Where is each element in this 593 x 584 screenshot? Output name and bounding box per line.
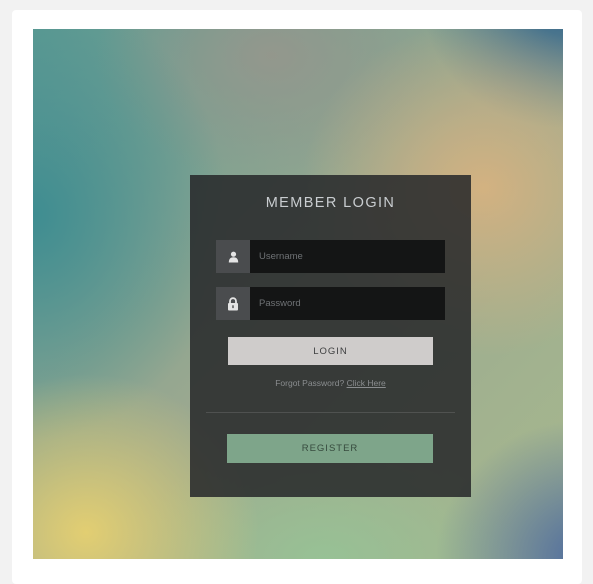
login-button[interactable]: LOGIN: [228, 337, 433, 365]
password-input[interactable]: [250, 287, 445, 320]
forgot-password-row: Forgot Password? Click Here: [190, 378, 471, 388]
blurred-gradient-background: MEMBER LOGIN LOGIN Forgot Pa: [33, 29, 563, 559]
divider: [206, 412, 455, 413]
forgot-password-text: Forgot Password?: [275, 378, 345, 388]
user-icon: [216, 240, 250, 273]
register-button[interactable]: REGISTER: [227, 434, 433, 463]
panel-title: MEMBER LOGIN: [265, 195, 396, 211]
login-panel: MEMBER LOGIN LOGIN Forgot Pa: [190, 175, 471, 497]
forgot-password-link[interactable]: Click Here: [347, 378, 386, 388]
username-input[interactable]: [250, 240, 445, 273]
lock-icon: [216, 287, 250, 320]
password-field: [216, 287, 445, 320]
username-field: [216, 240, 445, 273]
